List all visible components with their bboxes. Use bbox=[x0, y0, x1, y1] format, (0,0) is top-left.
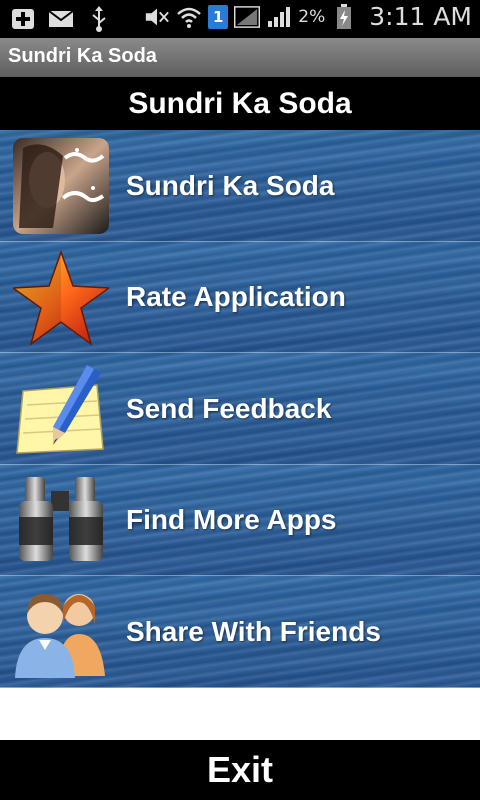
mail-icon bbox=[48, 6, 74, 32]
menu-item-label: Find More Apps bbox=[126, 504, 337, 536]
menu-item-sundri-ka-soda[interactable]: Sundri Ka Soda bbox=[0, 130, 480, 242]
no-signal-icon bbox=[234, 4, 261, 30]
note-pencil-icon bbox=[13, 361, 109, 457]
page-title: Sundri Ka Soda bbox=[128, 86, 352, 120]
empty-area bbox=[0, 688, 480, 740]
menu-item-share-with-friends[interactable]: Share With Friends bbox=[0, 576, 480, 688]
clock: 3:11 AM bbox=[369, 2, 472, 31]
main-menu: Sundri Ka Soda Rate Application Send Fee… bbox=[0, 130, 480, 688]
menu-item-rate-application[interactable]: Rate Application bbox=[0, 241, 480, 354]
menu-item-send-feedback[interactable]: Send Feedback bbox=[0, 353, 480, 465]
app-titlebar: Sundri Ka Soda bbox=[0, 38, 480, 77]
status-bar: 1 2% 3:11 AM bbox=[0, 0, 480, 38]
star-icon bbox=[10, 249, 112, 346]
battery-percent: 2% bbox=[298, 6, 326, 27]
app-title: Sundri Ka Soda bbox=[8, 45, 157, 67]
menu-item-label: Rate Application bbox=[126, 281, 346, 313]
exit-button[interactable]: Exit bbox=[0, 740, 480, 800]
menu-item-find-more-apps[interactable]: Find More Apps bbox=[0, 464, 480, 577]
status-bar-notifications bbox=[10, 6, 112, 32]
signal-icon bbox=[266, 4, 292, 30]
battery-charging-icon bbox=[331, 3, 357, 30]
menu-item-label: Sundri Ka Soda bbox=[126, 169, 335, 201]
mute-icon bbox=[144, 4, 170, 30]
menu-item-label: Share With Friends bbox=[126, 615, 381, 647]
page-header: Sundri Ka Soda bbox=[0, 77, 480, 130]
binoculars-icon bbox=[13, 473, 109, 569]
usb-icon bbox=[86, 6, 112, 32]
people-icon bbox=[13, 584, 109, 680]
sim-icon: 1 bbox=[208, 4, 229, 29]
add-icon bbox=[10, 6, 36, 32]
status-bar-system: 1 2% 3:11 AM bbox=[144, 2, 472, 31]
wifi-icon bbox=[176, 4, 202, 30]
menu-item-label: Send Feedback bbox=[126, 392, 332, 424]
book-cover-icon bbox=[13, 138, 109, 234]
exit-label: Exit bbox=[206, 749, 274, 790]
